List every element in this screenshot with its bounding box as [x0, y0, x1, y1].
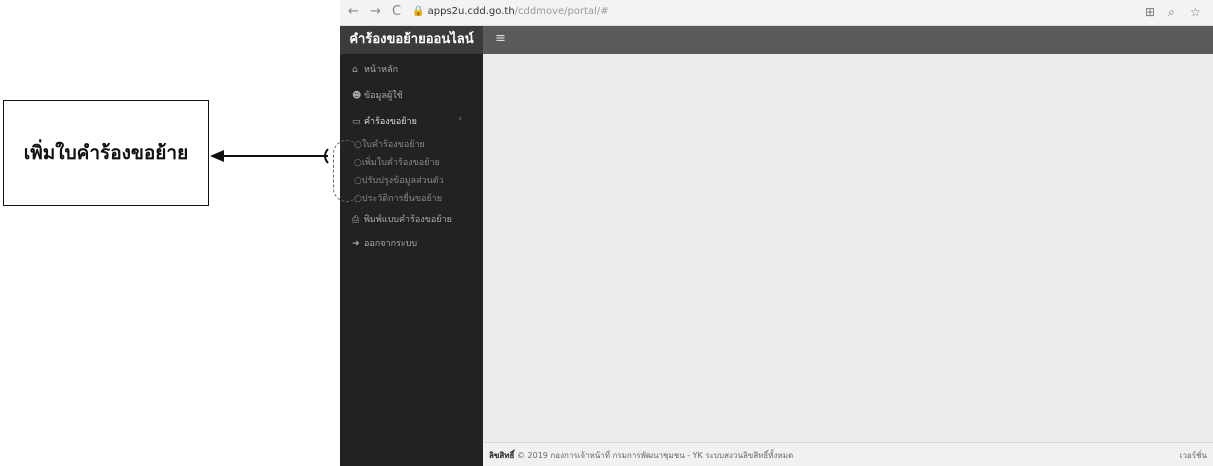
forward-icon[interactable]: →: [370, 4, 381, 19]
browser-toolbar: ← → C 🔒 apps2u.cdd.go.th/cddmove/portal/…: [340, 0, 1213, 26]
back-icon[interactable]: ←: [348, 4, 359, 19]
sidebar-subitem-add-request[interactable]: ○เพิ่มใบคำร้องขอย้าย: [354, 155, 440, 169]
sidebar: ⌂ หน้าหลัก ☻ ข้อมูลผู้ใช้ ▭ คำร้องขอย้าย ‹ …: [340, 54, 483, 466]
annotation-callout: เพิ่มใบคำร้องขอย้าย: [3, 100, 209, 206]
url-domain: apps2u.cdd.go.th: [427, 6, 515, 17]
app-header: คำร้องขอย้ายออนไลน์ ≡: [340, 26, 1213, 54]
reload-icon[interactable]: C: [392, 4, 401, 19]
users-icon: ☻: [352, 91, 362, 101]
callout-arrow: [210, 148, 329, 164]
footer-copyright: ลิขสิทธิ์ © 2019 กองการเจ้าหน้าที่ กรมกา…: [489, 451, 794, 460]
main-content: [483, 54, 1213, 442]
sidebar-item-logout[interactable]: ➜ ออกจากระบบ: [352, 236, 417, 250]
zoom-icon[interactable]: ⌕: [1168, 5, 1175, 20]
url-path: /cddmove/portal/#: [514, 6, 609, 17]
sidebar-subitem-history[interactable]: ○ประวัติการยื่นขอย้าย: [354, 191, 442, 205]
home-icon: ⌂: [352, 65, 358, 75]
address-bar[interactable]: 🔒 apps2u.cdd.go.th/cddmove/portal/#: [412, 3, 1132, 21]
translate-icon[interactable]: ⊞: [1145, 5, 1155, 19]
sidebar-subitem-update-profile[interactable]: ○ปรับปรุงข้อมูลส่วนตัว: [354, 173, 444, 187]
sidebar-item-move-request[interactable]: ▭ คำร้องขอย้าย ‹: [352, 114, 472, 128]
menu-toggle-icon[interactable]: ≡: [495, 31, 506, 46]
sidebar-subitem-request-form[interactable]: ○ใบคำร้องขอย้าย: [354, 137, 425, 151]
app-title: คำร้องขอย้ายออนไลน์: [340, 26, 483, 54]
star-icon[interactable]: ☆: [1190, 5, 1201, 19]
sidebar-item-user-info[interactable]: ☻ ข้อมูลผู้ใช้: [352, 88, 403, 102]
lock-icon: 🔒: [412, 6, 425, 17]
sidebar-item-print[interactable]: ⎙ พิมพ์แบบคำร้องขอย้าย: [352, 212, 452, 226]
sidebar-item-home[interactable]: ⌂ หน้าหลัก: [352, 62, 398, 76]
print-icon: ⎙: [352, 215, 360, 225]
footer-version: เวอร์ชั่น: [1179, 451, 1207, 460]
callout-label: เพิ่มใบคำร้องขอย้าย: [23, 142, 189, 164]
highlight-bracket: [333, 140, 360, 202]
logout-icon: ➜: [352, 239, 360, 249]
chevron-icon: ‹: [458, 114, 462, 124]
footer: ลิขสิทธิ์ © 2019 กองการเจ้าหน้าที่ กรมกา…: [483, 442, 1213, 466]
laptop-icon: ▭: [352, 117, 361, 127]
